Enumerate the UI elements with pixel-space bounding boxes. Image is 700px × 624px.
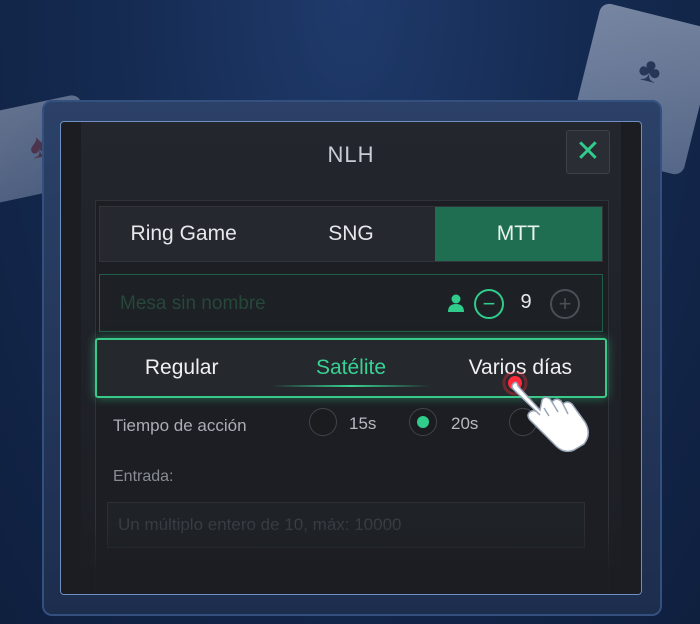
create-table-dialog: NLH ✕ Ring Game SNG MTT − 9 + Regular Sa…	[60, 121, 642, 595]
action-time-20s-label: 20s	[451, 414, 479, 433]
action-time-label: Tiempo de acción	[113, 416, 247, 435]
tab-sng[interactable]: SNG	[267, 207, 434, 261]
increase-players-button[interactable]: +	[550, 289, 580, 319]
dialog-header: NLH ✕	[61, 122, 641, 184]
decrease-players-button[interactable]: −	[474, 289, 504, 319]
close-icon: ✕	[575, 135, 601, 168]
table-name-row: − 9 +	[99, 274, 603, 332]
minus-circle-icon: −	[482, 291, 496, 316]
entry-input[interactable]	[107, 502, 585, 548]
tab-ring-game[interactable]: Ring Game	[100, 207, 267, 261]
plus-circle-icon: +	[558, 291, 572, 316]
tab-mtt[interactable]: MTT	[434, 207, 602, 261]
tab-satelite[interactable]: Satélite	[266, 340, 435, 396]
entry-label: Entrada:	[113, 468, 174, 485]
player-count: 9	[520, 291, 532, 313]
action-time-15s-radio[interactable]	[309, 408, 337, 436]
club-icon: ♣	[634, 49, 666, 92]
close-button[interactable]: ✕	[566, 130, 610, 174]
tab-regular[interactable]: Regular	[97, 340, 266, 396]
action-time-15s-label: 15s	[349, 414, 377, 433]
action-time-20s-radio[interactable]	[409, 408, 437, 436]
dialog-title: NLH	[327, 142, 375, 167]
person-icon	[448, 294, 464, 312]
table-name-input[interactable]	[118, 289, 422, 319]
hand-pointer-icon	[502, 372, 589, 452]
game-type-tabs: Ring Game SNG MTT	[99, 206, 603, 262]
